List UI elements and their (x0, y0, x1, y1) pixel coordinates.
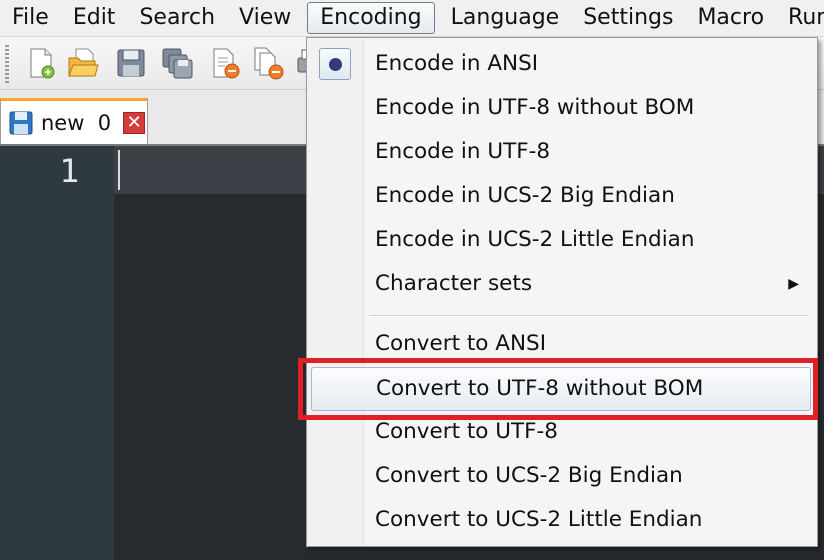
line-number-gutter: 1 (0, 146, 114, 560)
selected-radio-icon (319, 48, 351, 80)
line-number: 1 (59, 152, 80, 190)
menu-item-convert-ucs2-le[interactable]: Convert to UCS-2 Little Endian (307, 498, 817, 542)
menu-item-character-sets[interactable]: Character sets ▶ (307, 262, 817, 306)
menu-view[interactable]: View (227, 3, 303, 33)
menu-separator (369, 315, 809, 317)
save-all-icon[interactable] (160, 46, 194, 80)
annotation-highlight-box (298, 358, 818, 420)
menu-search[interactable]: Search (127, 3, 227, 33)
tab-saved-icon (9, 111, 33, 134)
menu-bar: File Edit Search View Encoding Language … (0, 0, 824, 37)
menu-edit[interactable]: Edit (61, 3, 128, 33)
menu-item-encode-ucs2-le[interactable]: Encode in UCS-2 Little Endian (307, 218, 817, 262)
text-caret (118, 150, 120, 190)
tab-close-icon[interactable]: ✕ (123, 111, 146, 134)
menu-settings[interactable]: Settings (571, 3, 685, 33)
open-folder-icon[interactable] (66, 46, 100, 80)
save-icon[interactable] (114, 46, 148, 80)
toolbar-grip[interactable] (5, 45, 9, 83)
menu-item-encode-utf8[interactable]: Encode in UTF-8 (307, 130, 817, 174)
new-file-icon[interactable] (24, 46, 58, 80)
menu-macro[interactable]: Macro (685, 3, 776, 33)
menu-item-encode-utf8-no-bom[interactable]: Encode in UTF-8 without BOM (307, 86, 817, 130)
close-all-icon[interactable] (252, 46, 286, 80)
menu-encoding[interactable]: Encoding (307, 2, 435, 34)
menu-item-convert-ucs2-be[interactable]: Convert to UCS-2 Big Endian (307, 454, 817, 498)
menu-language[interactable]: Language (439, 3, 572, 33)
tab-new-0[interactable]: new 0 ✕ (0, 98, 148, 144)
menu-item-encode-ucs2-be[interactable]: Encode in UCS-2 Big Endian (307, 174, 817, 218)
tab-label: new 0 (41, 110, 112, 135)
menu-file[interactable]: File (0, 3, 61, 33)
encoding-menu: Encode in ANSI Encode in UTF-8 without B… (306, 37, 818, 547)
close-icon[interactable] (208, 46, 242, 80)
menu-run[interactable]: Run (776, 3, 824, 33)
menu-item-encode-ansi[interactable]: Encode in ANSI (307, 42, 817, 86)
submenu-arrow-icon: ▶ (788, 276, 799, 292)
